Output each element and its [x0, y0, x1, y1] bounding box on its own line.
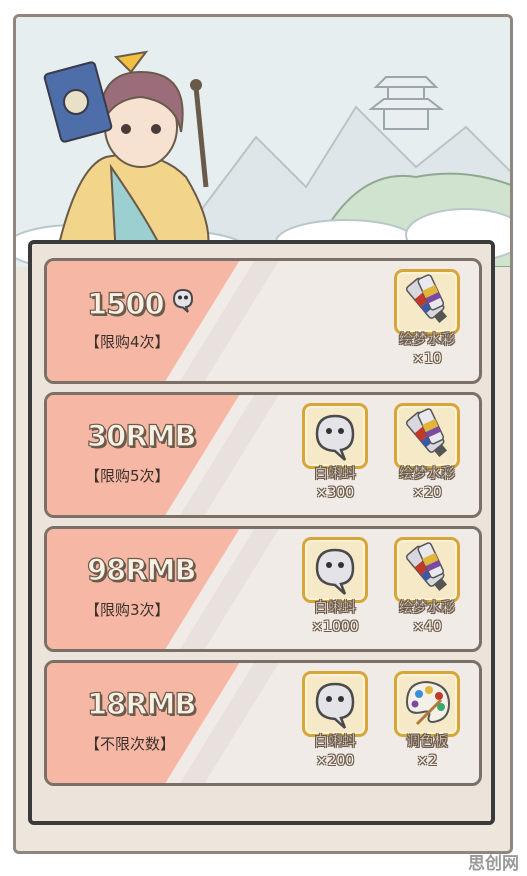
reward-item[interactable]: 调色板 ×2 [389, 671, 465, 769]
ghost-currency-icon [305, 406, 365, 470]
offer-price: 30RMB [86, 418, 197, 453]
reward-slot [394, 269, 460, 335]
reward-name: 白蝌蚪 [314, 600, 356, 616]
offer-card[interactable]: 18RMB 【不限次数】 白蝌蚪 ×200 调色板 ×2 [44, 660, 482, 786]
reward-name: 白蝌蚪 [314, 734, 356, 750]
reward-quantity: ×40 [412, 619, 442, 635]
reward-slot [302, 403, 368, 469]
offer-price-label: 1500 [86, 286, 165, 321]
offer-price: 18RMB [86, 686, 197, 721]
reward-item[interactable]: 绘梦水彩 ×20 [389, 403, 465, 501]
paint-tubes-icon [397, 272, 457, 336]
offer-price: 98RMB [86, 552, 197, 587]
reward-name: 绘梦水彩 [399, 466, 455, 482]
offer-price: 1500 [86, 285, 198, 322]
reward-name: 绘梦水彩 [399, 332, 455, 348]
reward-item[interactable]: 白蝌蚪 ×1000 [297, 537, 373, 635]
banner-illustration [16, 17, 510, 267]
reward-slot [394, 671, 460, 737]
purchase-limit: 【限购3次】 [85, 601, 170, 619]
reward-item[interactable]: 绘梦水彩 ×40 [389, 537, 465, 635]
reward-quantity: ×200 [315, 753, 355, 769]
reward-name: 绘梦水彩 [399, 600, 455, 616]
offer-price-label: 98RMB [86, 552, 197, 587]
paint-tubes-icon [397, 540, 457, 604]
price-currency-icon [168, 285, 198, 322]
ghost-currency-icon [305, 674, 365, 738]
offer-price-label: 18RMB [86, 686, 197, 721]
reward-slot [302, 671, 368, 737]
reward-quantity: ×2 [416, 753, 438, 769]
purchase-limit: 【限购5次】 [85, 467, 170, 485]
reward-quantity: ×10 [412, 351, 442, 367]
reward-quantity: ×300 [315, 485, 355, 501]
ghost-currency-icon [305, 540, 365, 604]
reward-name: 调色板 [406, 734, 448, 750]
offers-panel: 1500 【限购4次】 绘梦水彩 ×10 30RMB 【限购5次】 白蝌蚪 ×300 绘梦水彩 ×… [28, 240, 495, 825]
ghost-currency-icon [172, 288, 193, 313]
reward-slot [302, 537, 368, 603]
offer-card[interactable]: 1500 【限购4次】 绘梦水彩 ×10 [44, 258, 482, 384]
reward-item[interactable]: 绘梦水彩 ×10 [389, 269, 465, 367]
reward-name: 白蝌蚪 [314, 466, 356, 482]
purchase-limit: 【限购4次】 [85, 333, 170, 351]
reward-quantity: ×20 [412, 485, 442, 501]
palette-icon [397, 674, 457, 738]
offer-price-label: 30RMB [86, 418, 197, 453]
offer-card[interactable]: 30RMB 【限购5次】 白蝌蚪 ×300 绘梦水彩 ×20 [44, 392, 482, 518]
reward-slot [394, 537, 460, 603]
paint-tubes-icon [397, 406, 457, 470]
reward-item[interactable]: 白蝌蚪 ×200 [297, 671, 373, 769]
purchase-limit: 【不限次数】 [85, 735, 176, 753]
offer-card[interactable]: 98RMB 【限购3次】 白蝌蚪 ×1000 绘梦水彩 ×40 [44, 526, 482, 652]
reward-quantity: ×1000 [311, 619, 359, 635]
watermark: 思创网 [468, 854, 519, 874]
reward-slot [394, 403, 460, 469]
reward-item[interactable]: 白蝌蚪 ×300 [297, 403, 373, 501]
